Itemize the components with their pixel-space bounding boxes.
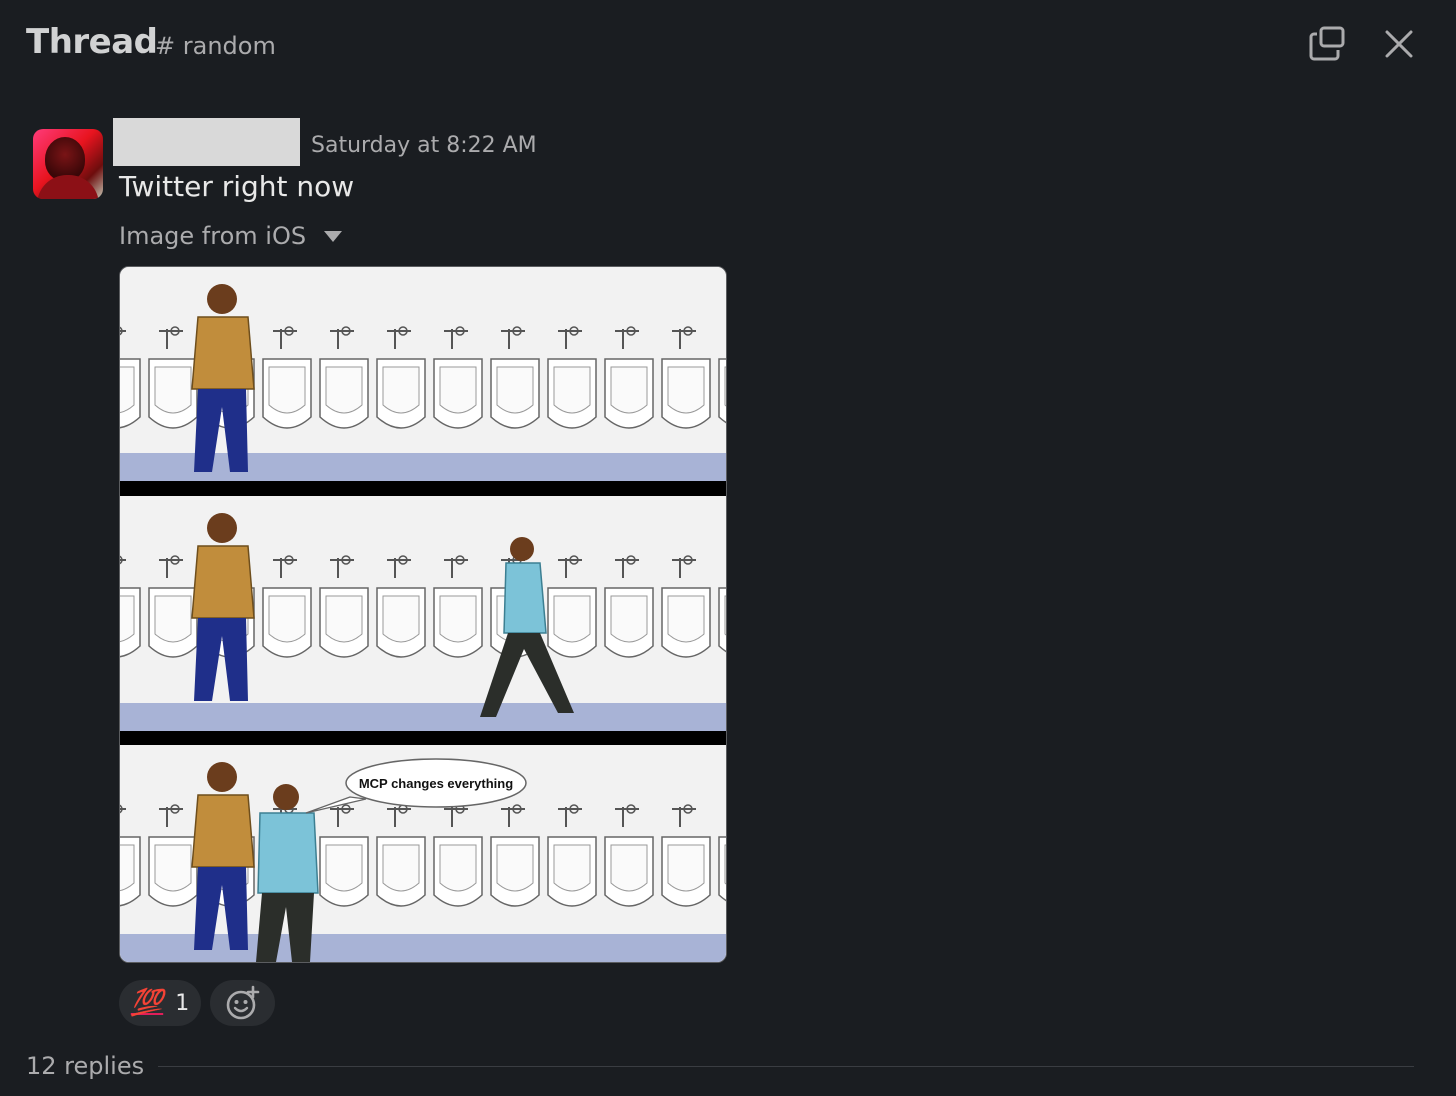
add-reaction-icon	[226, 985, 259, 1020]
thread-title: Thread	[26, 22, 158, 62]
comic-panel	[120, 496, 726, 731]
replies-count[interactable]: 12 replies	[26, 1052, 144, 1080]
avatar-body	[37, 175, 99, 199]
add-reaction-button[interactable]	[210, 980, 275, 1026]
replies-divider	[158, 1066, 1414, 1067]
caret-down-icon	[324, 230, 343, 242]
comic-image: MCP changes everything	[120, 267, 726, 962]
panel-divider	[120, 731, 726, 745]
redacted-username[interactable]	[113, 118, 300, 166]
thread-header: Thread # random	[0, 0, 1456, 90]
user-avatar[interactable]	[33, 129, 103, 199]
popout-icon	[1309, 26, 1345, 61]
reaction-100[interactable]: 💯 1	[119, 980, 201, 1026]
close-button[interactable]	[1377, 22, 1421, 66]
panel-divider	[120, 481, 726, 496]
reaction-count: 1	[175, 990, 190, 1016]
speech-text: MCP changes everything	[359, 776, 513, 791]
attachment-label: Image from iOS	[119, 222, 307, 250]
hundred-points-icon: 💯	[130, 988, 164, 1018]
popout-button[interactable]	[1306, 22, 1350, 66]
message-timestamp[interactable]: Saturday at 8:22 AM	[311, 133, 537, 158]
comic-panel	[120, 267, 726, 481]
attachment-toggle[interactable]: Image from iOS	[119, 222, 343, 250]
close-icon	[1385, 30, 1413, 58]
message-text: Twitter right now	[119, 170, 355, 203]
channel-name[interactable]: # random	[155, 32, 276, 60]
attached-image[interactable]: MCP changes everything	[119, 266, 727, 963]
